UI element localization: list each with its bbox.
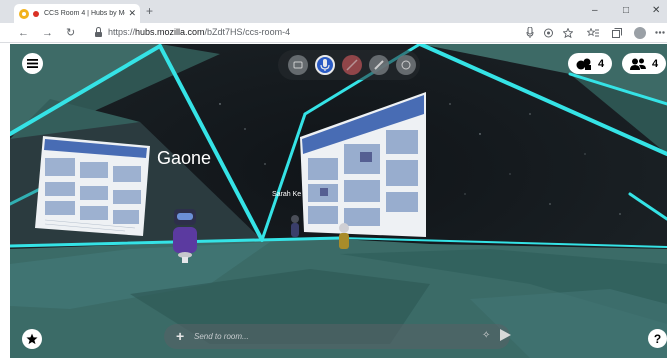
- tab-strip: CCS Room 4 | Hubs by Mozilla ✕ + – □ ✕: [0, 0, 667, 23]
- back-button[interactable]: ←: [18, 26, 29, 40]
- spawn-object-button[interactable]: [396, 55, 416, 75]
- right-research-poster[interactable]: [300, 92, 426, 237]
- forward-button[interactable]: →: [42, 26, 53, 40]
- robot-avatar[interactable]: [170, 207, 200, 267]
- room-objects-icon: [576, 58, 591, 70]
- help-button[interactable]: ?: [648, 329, 667, 348]
- reload-button[interactable]: ↻: [66, 26, 75, 40]
- maximize-button[interactable]: □: [623, 5, 629, 17]
- favorite-star-icon[interactable]: [563, 28, 573, 38]
- hamburger-menu-button[interactable]: [22, 53, 43, 74]
- screen-share-icon: [293, 61, 303, 69]
- avatar-name-sarah: Sarah Ke: [272, 191, 302, 198]
- microphone-button[interactable]: [315, 55, 335, 75]
- browser-toolbar: ← → ↻ https://hubs.mozilla.com/bZdt7HS/c…: [0, 23, 667, 43]
- people-counter[interactable]: 4: [622, 53, 667, 74]
- microphone-icon: [320, 59, 330, 71]
- room-objects-counter[interactable]: 4: [568, 53, 613, 74]
- recording-indicator-icon: [33, 10, 39, 17]
- new-tab-button[interactable]: +: [146, 4, 153, 19]
- hubs-3d-viewport[interactable]: Gaone Sarah Ke 4 4 + ✧: [10, 44, 667, 358]
- tab-close-icon[interactable]: ✕: [128, 9, 136, 18]
- chat-create-icon[interactable]: ✧: [482, 329, 490, 343]
- people-count: 4: [652, 57, 659, 70]
- chat-bar: + ✧: [164, 324, 511, 349]
- mic-icon[interactable]: [526, 27, 534, 39]
- tab-title: CCS Room 4 | Hubs by Mozilla: [44, 10, 125, 17]
- chat-input[interactable]: [194, 329, 444, 344]
- minimize-button[interactable]: –: [592, 5, 598, 17]
- address-bar[interactable]: https://hubs.mozilla.com/bZdt7HS/ccs-roo…: [108, 27, 290, 37]
- pen-icon: [374, 60, 384, 70]
- avatar-name-gaone: Gaone: [157, 148, 212, 168]
- camera-blocked-button[interactable]: [342, 55, 362, 75]
- share-screen-button[interactable]: [288, 55, 308, 75]
- objects-icon: [401, 60, 411, 70]
- profile-avatar-icon[interactable]: [634, 27, 646, 39]
- camera-blocked-icon: [346, 59, 358, 71]
- favorite-room-button[interactable]: [22, 329, 42, 349]
- favorites-bar-icon[interactable]: [587, 28, 599, 38]
- close-window-button[interactable]: ✕: [652, 5, 660, 17]
- left-research-poster[interactable]: [35, 136, 150, 241]
- url-host: hubs.mozilla.com: [135, 27, 205, 37]
- room-count: 4: [598, 57, 605, 70]
- media-controls-bar: [278, 50, 420, 80]
- camera-icon[interactable]: [543, 28, 554, 38]
- more-options-icon[interactable]: [655, 31, 665, 34]
- collections-icon[interactable]: [612, 28, 622, 38]
- hubs-favicon-icon: [19, 8, 29, 19]
- distant-avatar-sarah[interactable]: [288, 214, 302, 240]
- browser-tab-active[interactable]: CCS Room 4 | Hubs by Mozilla ✕: [14, 4, 140, 23]
- url-path: /bZdt7HS/ccs-room-4: [204, 27, 291, 37]
- distant-avatar-2[interactable]: [336, 222, 352, 252]
- pen-button[interactable]: [369, 55, 389, 75]
- star-icon: [26, 333, 38, 345]
- chat-send-icon[interactable]: [500, 329, 511, 341]
- hamburger-menu-icon: [27, 59, 38, 68]
- lock-icon[interactable]: [95, 27, 102, 37]
- chat-add-icon[interactable]: +: [176, 328, 184, 344]
- people-icon: [630, 58, 646, 70]
- url-scheme: https://: [108, 27, 136, 37]
